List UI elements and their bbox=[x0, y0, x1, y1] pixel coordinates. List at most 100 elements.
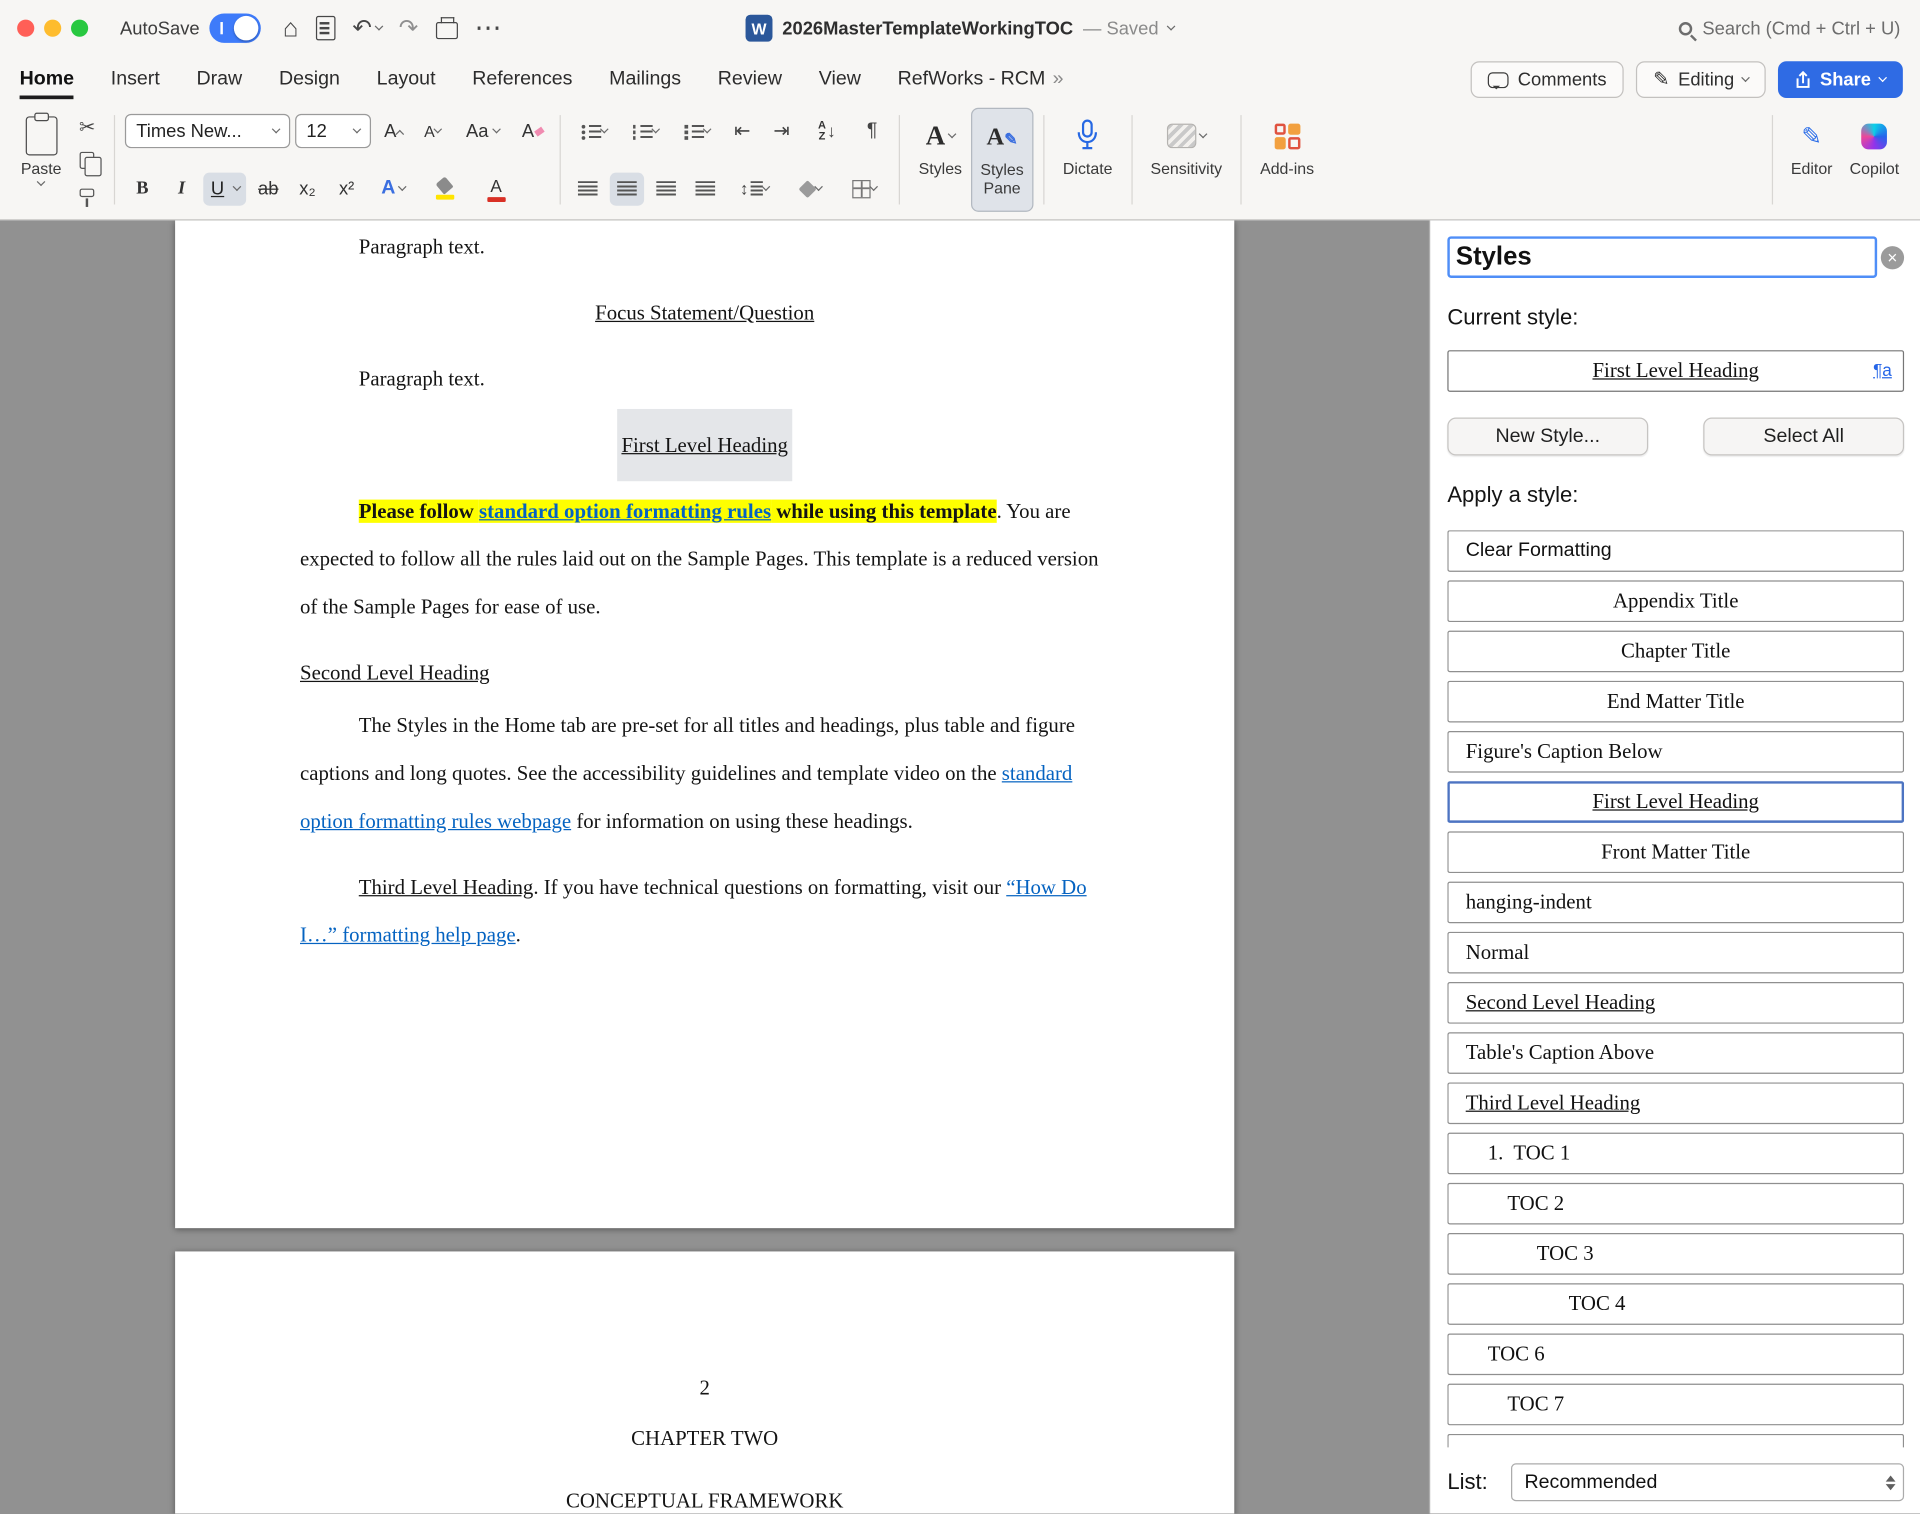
text-effects-button[interactable]: A bbox=[369, 172, 418, 205]
change-case-button[interactable]: Aa bbox=[455, 114, 511, 147]
new-style-button[interactable]: New Style... bbox=[1447, 418, 1648, 456]
document-title-area[interactable]: W 2026MasterTemplateWorkingTOC — Saved bbox=[746, 0, 1175, 56]
paragraph[interactable]: Paragraph text. bbox=[300, 223, 1109, 271]
clear-formatting-button[interactable]: A bbox=[516, 114, 550, 147]
style-item[interactable]: Normal bbox=[1447, 932, 1904, 974]
style-item[interactable]: Figure's Caption Below bbox=[1447, 731, 1904, 773]
more-options-icon[interactable] bbox=[475, 15, 502, 42]
style-item[interactable]: First Level Heading bbox=[1447, 781, 1904, 823]
paste-button[interactable]: Paste bbox=[12, 108, 70, 212]
style-item[interactable]: Table's Caption Above bbox=[1447, 1032, 1904, 1074]
style-item[interactable]: End Matter Title bbox=[1447, 681, 1904, 723]
font-name-select[interactable]: Times New... bbox=[125, 114, 290, 148]
home-icon[interactable] bbox=[283, 15, 299, 41]
paragraph[interactable]: Third Level Heading. If you have technic… bbox=[300, 863, 1109, 959]
style-item[interactable]: TOC 3 bbox=[1447, 1233, 1904, 1275]
tab-draw[interactable]: Draw bbox=[196, 61, 242, 99]
align-right-button[interactable] bbox=[649, 172, 683, 205]
show-formatting-marks-button[interactable] bbox=[855, 114, 889, 147]
decrease-indent-button[interactable] bbox=[725, 114, 759, 147]
copy-button[interactable] bbox=[70, 143, 104, 176]
chapter-title[interactable]: CHAPTER TWO bbox=[300, 1414, 1109, 1462]
paragraph-highlighted[interactable]: Please follow standard option formatting… bbox=[300, 487, 1109, 630]
document-page-2[interactable]: 2 CHAPTER TWO CONCEPTUAL FRAMEWORK bbox=[175, 1251, 1234, 1513]
style-item[interactable]: hanging-indent bbox=[1447, 882, 1904, 924]
styles-pane-button[interactable]: A Styles Pane bbox=[971, 108, 1034, 212]
style-item[interactable]: TOC 4 bbox=[1447, 1283, 1904, 1325]
first-level-heading[interactable]: First Level Heading bbox=[300, 421, 1109, 469]
copilot-button[interactable]: Copilot bbox=[1841, 108, 1908, 212]
dictate-button[interactable]: Dictate bbox=[1054, 108, 1121, 212]
style-item[interactable]: Appendix Title bbox=[1447, 580, 1904, 622]
font-color-button[interactable]: A bbox=[472, 172, 521, 205]
zoom-window-button[interactable] bbox=[71, 20, 88, 37]
tab-design[interactable]: Design bbox=[279, 61, 340, 99]
bullets-button[interactable] bbox=[571, 114, 618, 147]
document-page-1[interactable]: Paragraph text. Focus Statement/Question… bbox=[175, 220, 1234, 1228]
hyperlink[interactable]: standard option formatting rules bbox=[479, 500, 771, 523]
save-icon[interactable] bbox=[316, 16, 336, 40]
style-item[interactable]: Clear Formatting bbox=[1447, 530, 1904, 572]
highlight-color-button[interactable] bbox=[423, 172, 467, 205]
style-item[interactable]: 1. TOC 1 bbox=[1447, 1133, 1904, 1175]
strikethrough-button[interactable]: ab bbox=[251, 172, 285, 205]
italic-button[interactable]: I bbox=[164, 172, 198, 205]
tab-overflow-icon[interactable]: » bbox=[1053, 69, 1064, 91]
search-input[interactable]: Search (Cmd + Ctrl + U) bbox=[1679, 0, 1900, 56]
tab-home[interactable]: Home bbox=[20, 61, 74, 99]
borders-button[interactable] bbox=[840, 172, 889, 205]
cut-button[interactable] bbox=[70, 110, 104, 143]
multilevel-list-button[interactable] bbox=[674, 114, 721, 147]
justify-button[interactable] bbox=[688, 172, 722, 205]
paragraph[interactable]: Paragraph text. bbox=[300, 355, 1109, 403]
style-item[interactable]: TOC 2 bbox=[1447, 1183, 1904, 1225]
style-item[interactable]: Second Level Heading bbox=[1447, 982, 1904, 1024]
styles-pane-title-field[interactable]: Styles bbox=[1447, 236, 1877, 278]
style-item[interactable]: Chapter Title bbox=[1447, 631, 1904, 673]
print-icon[interactable] bbox=[435, 22, 457, 39]
list-filter-dropdown[interactable]: Recommended bbox=[1511, 1463, 1904, 1501]
align-center-button[interactable] bbox=[610, 172, 644, 205]
format-painter-button[interactable] bbox=[70, 176, 104, 209]
editing-mode-dropdown[interactable]: Editing bbox=[1636, 61, 1766, 98]
undo-icon[interactable] bbox=[352, 17, 371, 40]
numbering-button[interactable] bbox=[622, 114, 669, 147]
select-all-button[interactable]: Select All bbox=[1703, 418, 1904, 456]
editor-button[interactable]: Editor bbox=[1782, 108, 1841, 212]
tab-insert[interactable]: Insert bbox=[111, 61, 160, 99]
bold-button[interactable]: B bbox=[125, 172, 159, 205]
second-level-heading[interactable]: Second Level Heading bbox=[300, 649, 1109, 697]
tab-references[interactable]: References bbox=[472, 61, 572, 99]
tab-view[interactable]: View bbox=[819, 61, 861, 99]
minimize-window-button[interactable] bbox=[44, 20, 61, 37]
line-spacing-button[interactable] bbox=[728, 172, 782, 205]
close-window-button[interactable] bbox=[17, 20, 34, 37]
autosave-toggle[interactable] bbox=[209, 13, 260, 42]
share-button[interactable]: Share bbox=[1778, 61, 1903, 98]
shrink-font-button[interactable]: A bbox=[415, 114, 449, 147]
focus-statement-heading[interactable]: Focus Statement/Question bbox=[300, 289, 1109, 337]
subscript-button[interactable]: x₂ bbox=[290, 172, 324, 205]
styles-button[interactable]: A Styles bbox=[910, 108, 970, 212]
paragraph[interactable]: The Styles in the Home tab are pre-set f… bbox=[300, 702, 1109, 845]
tab-mailings[interactable]: Mailings bbox=[609, 61, 681, 99]
superscript-button[interactable]: x² bbox=[330, 172, 364, 205]
close-icon[interactable]: × bbox=[1881, 246, 1904, 269]
sort-button[interactable]: AZ bbox=[804, 114, 851, 147]
chapter-subtitle[interactable]: CONCEPTUAL FRAMEWORK bbox=[300, 1477, 1109, 1514]
chevron-down-icon[interactable] bbox=[374, 22, 383, 31]
style-item[interactable]: TOC 6 bbox=[1447, 1333, 1904, 1375]
redo-icon[interactable] bbox=[399, 17, 418, 40]
tab-layout[interactable]: Layout bbox=[377, 61, 436, 99]
underline-button[interactable]: U bbox=[204, 172, 247, 205]
shading-button[interactable] bbox=[786, 172, 835, 205]
add-ins-button[interactable]: Add-ins bbox=[1252, 108, 1323, 212]
comments-button[interactable]: Comments bbox=[1471, 61, 1623, 98]
tab-refworks-rcm[interactable]: RefWorks - RCM bbox=[898, 61, 1046, 99]
style-item[interactable]: Third Level Heading bbox=[1447, 1082, 1904, 1124]
style-item[interactable]: Front Matter Title bbox=[1447, 831, 1904, 873]
increase-indent-button[interactable] bbox=[764, 114, 798, 147]
align-left-button[interactable] bbox=[571, 172, 605, 205]
grow-font-button[interactable]: A bbox=[376, 114, 410, 147]
font-size-select[interactable]: 12 bbox=[295, 114, 371, 148]
